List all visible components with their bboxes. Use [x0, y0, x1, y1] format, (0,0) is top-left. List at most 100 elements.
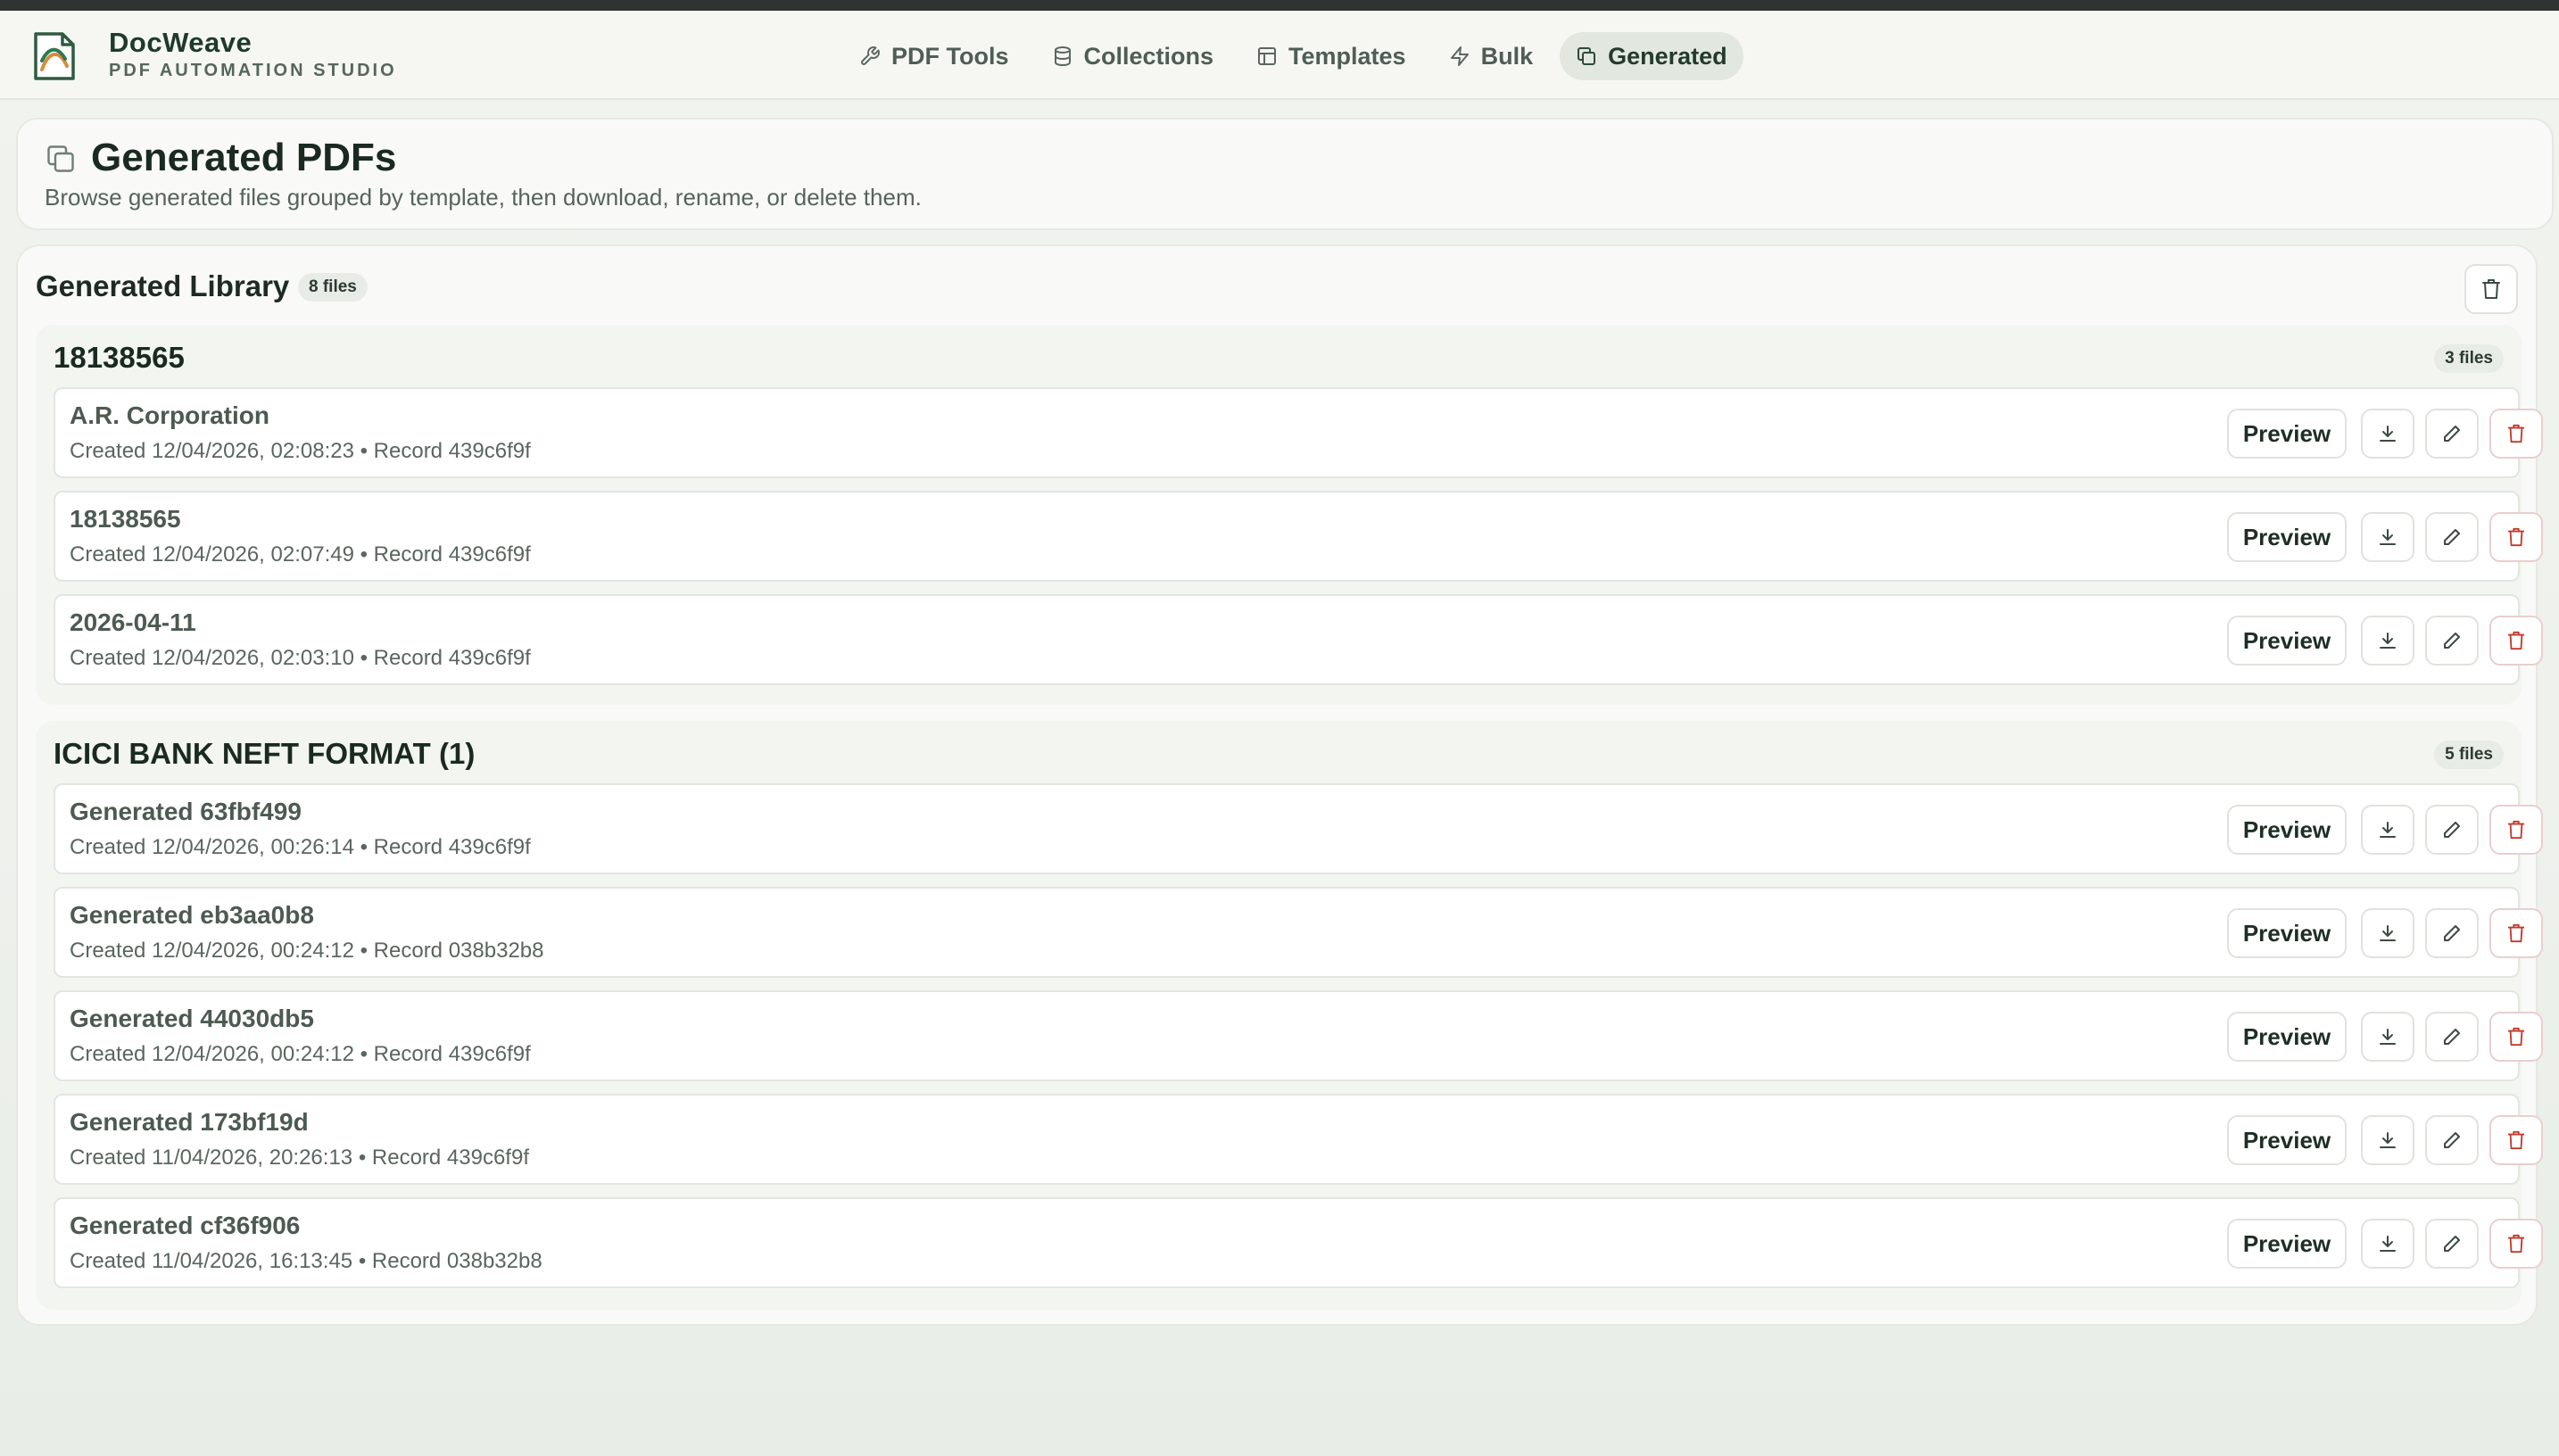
app-name: DocWeave: [109, 27, 253, 58]
pencil-icon: [2444, 633, 2460, 649]
preview-button[interactable]: Preview: [2227, 512, 2347, 562]
delete-button[interactable]: [2489, 1219, 2543, 1269]
rename-button[interactable]: [2425, 616, 2479, 666]
nav-pdf-tools[interactable]: PDF Tools: [843, 32, 1025, 80]
file-meta: Created 12/04/2026, 00:24:12 • Record 43…: [70, 1042, 531, 1066]
pencil-icon: [2444, 426, 2460, 442]
trash-icon: [2507, 527, 2525, 547]
file-row: Generated eb3aa0b8 Created 12/04/2026, 0…: [54, 887, 2543, 978]
delete-button[interactable]: [2489, 1115, 2543, 1165]
trash-icon: [2507, 1234, 2525, 1253]
nav-pdf-tools-label: PDF Tools: [891, 42, 1009, 70]
file-row: 2026-04-11 Created 12/04/2026, 02:03:10 …: [54, 594, 2543, 685]
preview-button[interactable]: Preview: [2227, 908, 2347, 958]
file-name: Generated 44030db5: [70, 1005, 314, 1032]
file-meta: Created 12/04/2026, 00:24:12 • Record 03…: [70, 939, 544, 963]
generated-library: Generated Library 8 files 18138565 3 fil…: [16, 244, 2543, 1326]
pencil-icon: [2444, 822, 2460, 838]
group-title: 18138565: [54, 341, 185, 374]
download-button[interactable]: [2361, 805, 2414, 855]
preview-button[interactable]: Preview: [2227, 409, 2347, 459]
file-meta: Created 12/04/2026, 02:08:23 • Record 43…: [70, 439, 531, 463]
nav-templates-label: Templates: [1288, 42, 1406, 70]
preview-button[interactable]: Preview: [2227, 1219, 2347, 1269]
app-header: DocWeave PDF AUTOMATION STUDIO PDF Tools…: [0, 11, 2559, 100]
preview-button[interactable]: Preview: [2227, 1115, 2347, 1165]
file-row: Generated 63fbf499 Created 12/04/2026, 0…: [54, 783, 2543, 874]
file-row: Generated cf36f906 Created 11/04/2026, 1…: [54, 1197, 2543, 1288]
delete-button[interactable]: [2489, 512, 2543, 562]
database-icon: [1054, 46, 1071, 67]
file-meta: Created 12/04/2026, 02:07:49 • Record 43…: [70, 542, 531, 567]
file-row: 18138565 Created 12/04/2026, 02:07:49 • …: [54, 491, 2543, 582]
nav-generated-label: Generated: [1608, 42, 1727, 70]
trash-icon: [2507, 631, 2525, 650]
delete-button[interactable]: [2489, 616, 2543, 666]
file-name: 2026-04-11: [70, 608, 196, 636]
file-name: Generated eb3aa0b8: [70, 901, 314, 929]
page-title: Generated PDFs: [91, 136, 397, 179]
nav-bulk[interactable]: Bulk: [1433, 32, 1550, 80]
download-button[interactable]: [2361, 1012, 2414, 1062]
delete-all-button[interactable]: [2464, 264, 2518, 314]
rename-button[interactable]: [2425, 1012, 2479, 1062]
download-button[interactable]: [2361, 908, 2414, 958]
trash-icon: [2507, 424, 2525, 443]
group-title: ICICI BANK NEFT FORMAT (1): [54, 737, 476, 770]
pencil-icon: [2444, 925, 2460, 941]
group-count-badge: 5 files: [2434, 740, 2504, 769]
delete-button[interactable]: [2489, 409, 2543, 459]
rename-button[interactable]: [2425, 1219, 2479, 1269]
file-meta: Created 12/04/2026, 02:03:10 • Record 43…: [70, 646, 531, 670]
file-row: Generated 173bf19d Created 11/04/2026, 2…: [54, 1094, 2543, 1185]
wrench-icon: [861, 46, 880, 65]
nav-collections[interactable]: Collections: [1036, 32, 1230, 80]
docweave-logo-icon: [34, 32, 75, 80]
file-meta: Created 12/04/2026, 00:26:14 • Record 43…: [70, 835, 531, 859]
rename-button[interactable]: [2425, 1115, 2479, 1165]
page-header-card: Generated PDFs Browse generated files gr…: [16, 118, 2554, 230]
trash-icon: [2507, 1130, 2525, 1150]
file-name: 18138565: [70, 505, 181, 533]
download-button[interactable]: [2361, 1219, 2414, 1269]
download-icon: [2380, 925, 2396, 941]
delete-button[interactable]: [2489, 908, 2543, 958]
download-icon: [2380, 1029, 2396, 1045]
file-meta: Created 11/04/2026, 20:26:13 • Record 43…: [70, 1146, 529, 1170]
delete-button[interactable]: [2489, 805, 2543, 855]
window-top-bar: [0, 0, 2559, 11]
trash-icon: [2507, 820, 2525, 840]
app-subtitle: PDF AUTOMATION STUDIO: [109, 61, 397, 80]
file-row: Generated 44030db5 Created 12/04/2026, 0…: [54, 990, 2543, 1081]
download-button[interactable]: [2361, 409, 2414, 459]
file-row: A.R. Corporation Created 12/04/2026, 02:…: [54, 387, 2543, 478]
trash-icon: [2482, 279, 2500, 299]
file-name: Generated cf36f906: [70, 1212, 301, 1239]
download-icon: [2380, 822, 2396, 838]
file-meta: Created 11/04/2026, 16:13:45 • Record 03…: [70, 1249, 542, 1273]
rename-button[interactable]: [2425, 908, 2479, 958]
download-button[interactable]: [2361, 1115, 2414, 1165]
main-nav: PDF Tools Collections Templates Bulk Gen…: [843, 32, 1743, 80]
template-icon: [1258, 47, 1277, 65]
nav-collections-label: Collections: [1083, 42, 1214, 70]
download-icon: [2380, 1236, 2396, 1252]
delete-button[interactable]: [2489, 1012, 2543, 1062]
page-description: Browse generated files grouped by templa…: [45, 184, 922, 211]
preview-button[interactable]: Preview: [2227, 805, 2347, 855]
library-title: Generated Library: [36, 269, 290, 302]
pencil-icon: [2444, 1132, 2460, 1148]
preview-button[interactable]: Preview: [2227, 616, 2347, 666]
download-button[interactable]: [2361, 512, 2414, 562]
rename-button[interactable]: [2425, 409, 2479, 459]
pencil-icon: [2444, 1236, 2460, 1252]
nav-generated[interactable]: Generated: [1560, 32, 1743, 80]
rename-button[interactable]: [2425, 805, 2479, 855]
download-icon: [2380, 1132, 2396, 1148]
pencil-icon: [2444, 1029, 2460, 1045]
rename-button[interactable]: [2425, 512, 2479, 562]
download-button[interactable]: [2361, 616, 2414, 666]
copy-icon: [1578, 47, 1596, 65]
nav-templates[interactable]: Templates: [1240, 32, 1422, 80]
preview-button[interactable]: Preview: [2227, 1012, 2347, 1062]
